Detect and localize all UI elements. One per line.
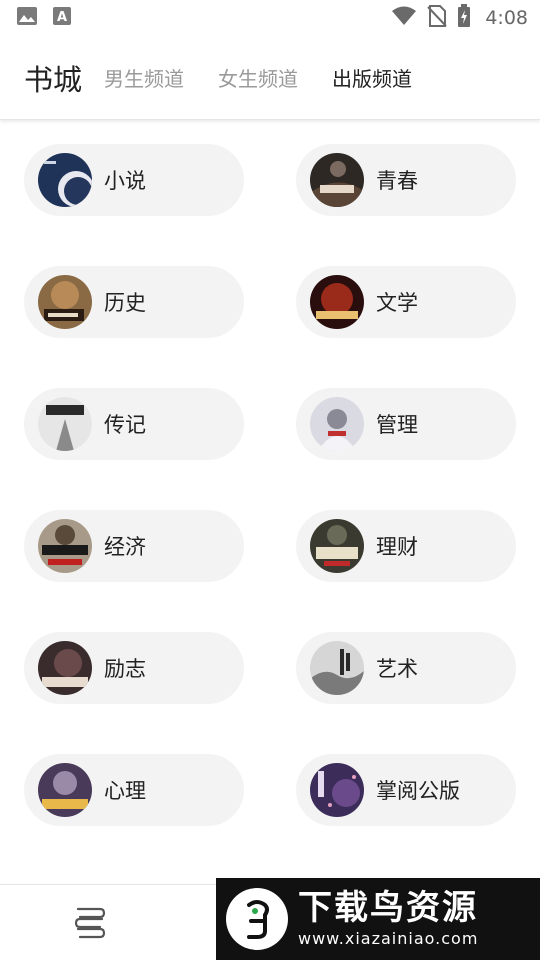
status-left: A bbox=[16, 6, 72, 30]
book-cover-icon bbox=[310, 275, 364, 329]
watermark-logo bbox=[226, 888, 288, 950]
category-item-economy[interactable]: 经济 bbox=[24, 510, 244, 582]
category-label: 小说 bbox=[104, 169, 146, 193]
watermark-text: 下载鸟资源 www.xiazainiao.com bbox=[298, 888, 478, 950]
category-grid: 小说 青春 历史 文学 传记 管理 经济 理财 励志 艺术 心理 掌阅公版 bbox=[24, 144, 516, 826]
bookshelf-icon[interactable] bbox=[70, 905, 110, 941]
svg-text:A: A bbox=[57, 10, 67, 25]
category-label: 传记 bbox=[104, 413, 146, 437]
status-time: 4:08 bbox=[485, 7, 528, 29]
wifi-icon bbox=[391, 6, 417, 30]
book-cover-icon bbox=[38, 153, 92, 207]
book-cover-icon bbox=[310, 519, 364, 573]
watermark: 下载鸟资源 www.xiazainiao.com bbox=[216, 878, 540, 960]
tab-male-channel[interactable]: 男生频道 bbox=[104, 63, 184, 92]
book-cover-icon bbox=[38, 397, 92, 451]
category-label: 心理 bbox=[104, 779, 146, 803]
category-item-management[interactable]: 管理 bbox=[296, 388, 516, 460]
category-item-literature[interactable]: 文学 bbox=[296, 266, 516, 338]
book-cover-icon bbox=[38, 763, 92, 817]
book-cover-icon bbox=[38, 641, 92, 695]
book-cover-icon bbox=[310, 153, 364, 207]
book-cover-icon bbox=[38, 519, 92, 573]
category-item-history[interactable]: 历史 bbox=[24, 266, 244, 338]
watermark-title: 下载鸟资源 bbox=[298, 888, 478, 928]
status-bar: A 4:08 bbox=[0, 0, 540, 36]
category-item-biography[interactable]: 传记 bbox=[24, 388, 244, 460]
category-item-inspiration[interactable]: 励志 bbox=[24, 632, 244, 704]
header: 书城 男生频道 女生频道 出版频道 bbox=[0, 36, 540, 120]
tab-publishing-channel[interactable]: 出版频道 bbox=[332, 63, 412, 92]
category-item-finance[interactable]: 理财 bbox=[296, 510, 516, 582]
book-cover-icon bbox=[310, 641, 364, 695]
book-cover-icon bbox=[38, 275, 92, 329]
category-item-psychology[interactable]: 心理 bbox=[24, 754, 244, 826]
no-sim-icon bbox=[427, 5, 448, 31]
tab-female-channel[interactable]: 女生频道 bbox=[218, 63, 298, 92]
category-label: 青春 bbox=[376, 169, 418, 193]
book-cover-icon bbox=[310, 763, 364, 817]
book-cover-icon bbox=[310, 397, 364, 451]
battery-charging-icon bbox=[457, 4, 471, 32]
category-label: 文学 bbox=[376, 291, 418, 315]
text-a-icon: A bbox=[52, 6, 72, 30]
status-right: 4:08 bbox=[391, 4, 528, 32]
category-item-novel[interactable]: 小说 bbox=[24, 144, 244, 216]
category-label: 历史 bbox=[104, 291, 146, 315]
category-item-public-domain[interactable]: 掌阅公版 bbox=[296, 754, 516, 826]
category-label: 管理 bbox=[376, 413, 418, 437]
category-label: 理财 bbox=[376, 535, 418, 559]
category-label: 艺术 bbox=[376, 657, 418, 681]
category-item-youth[interactable]: 青春 bbox=[296, 144, 516, 216]
category-label: 掌阅公版 bbox=[376, 779, 460, 803]
watermark-url: www.xiazainiao.com bbox=[298, 929, 479, 948]
page-title: 书城 bbox=[24, 62, 83, 97]
category-item-art[interactable]: 艺术 bbox=[296, 632, 516, 704]
category-label: 励志 bbox=[104, 657, 146, 681]
category-label: 经济 bbox=[104, 535, 146, 559]
image-icon bbox=[16, 6, 38, 30]
